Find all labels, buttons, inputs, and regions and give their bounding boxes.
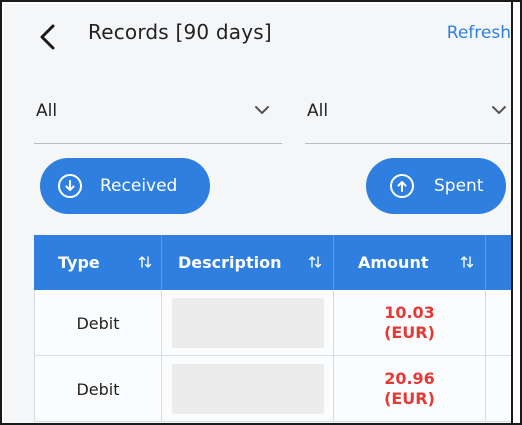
column-type-label: Type: [58, 253, 100, 272]
filter-1-value: All: [36, 101, 58, 121]
column-header-type[interactable]: Type: [34, 235, 162, 290]
records-table: Type Description Amount Debit 10.03 (EUR…: [34, 235, 513, 422]
column-header-description[interactable]: Description: [162, 235, 334, 290]
sort-arrows-icon: [460, 256, 474, 268]
arrow-down-circle-icon: [58, 174, 82, 198]
filter-dropdown-1[interactable]: All: [34, 92, 282, 144]
cell-type: Debit: [34, 356, 162, 422]
column-header-overflow: [486, 235, 513, 290]
cell-description: [162, 290, 334, 356]
arrow-up-circle-icon: [390, 174, 414, 198]
chevron-down-icon: [255, 106, 269, 114]
back-button[interactable]: [34, 22, 64, 52]
column-amount-label: Amount: [358, 253, 429, 272]
device-frame: Records [90 days] Refresh All All Receiv…: [0, 0, 522, 425]
spent-button[interactable]: Spent: [366, 158, 506, 214]
scrollbar[interactable]: [511, 2, 520, 423]
chevron-down-icon: [492, 106, 506, 114]
amount-value: 20.96 (EUR): [384, 369, 435, 409]
amount-currency: (EUR): [384, 389, 435, 408]
type-value: Debit: [76, 313, 120, 333]
received-button[interactable]: Received: [40, 158, 210, 214]
table-header: Type Description Amount: [34, 235, 513, 290]
table-row[interactable]: Debit 10.03 (EUR): [34, 290, 513, 356]
column-description-label: Description: [178, 253, 282, 272]
type-value: Debit: [76, 379, 120, 399]
cell-overflow: [486, 290, 513, 356]
refresh-button[interactable]: Refresh: [447, 23, 511, 43]
cell-description: [162, 356, 334, 422]
amount-currency: (EUR): [384, 323, 435, 342]
chevron-left-icon: [40, 24, 55, 50]
sort-arrows-icon: [138, 256, 152, 268]
page-title: Records [90 days]: [88, 20, 272, 44]
cell-overflow: [486, 356, 513, 422]
cell-amount: 10.03 (EUR): [334, 290, 486, 356]
filter-2-value: All: [307, 101, 329, 121]
records-screen: Records [90 days] Refresh All All Receiv…: [4, 4, 513, 423]
cell-amount: 20.96 (EUR): [334, 356, 486, 422]
description-placeholder: [171, 298, 324, 348]
filter-dropdown-2[interactable]: All: [305, 92, 513, 144]
amount-number: 20.96: [384, 369, 435, 388]
sort-arrows-icon: [308, 256, 322, 268]
table-row[interactable]: Debit 20.96 (EUR): [34, 356, 513, 422]
received-label: Received: [100, 176, 178, 196]
spent-label: Spent: [434, 176, 484, 196]
amount-number: 10.03: [384, 303, 435, 322]
cell-type: Debit: [34, 290, 162, 356]
amount-value: 10.03 (EUR): [384, 303, 435, 343]
description-placeholder: [171, 364, 324, 414]
column-header-amount[interactable]: Amount: [334, 235, 486, 290]
